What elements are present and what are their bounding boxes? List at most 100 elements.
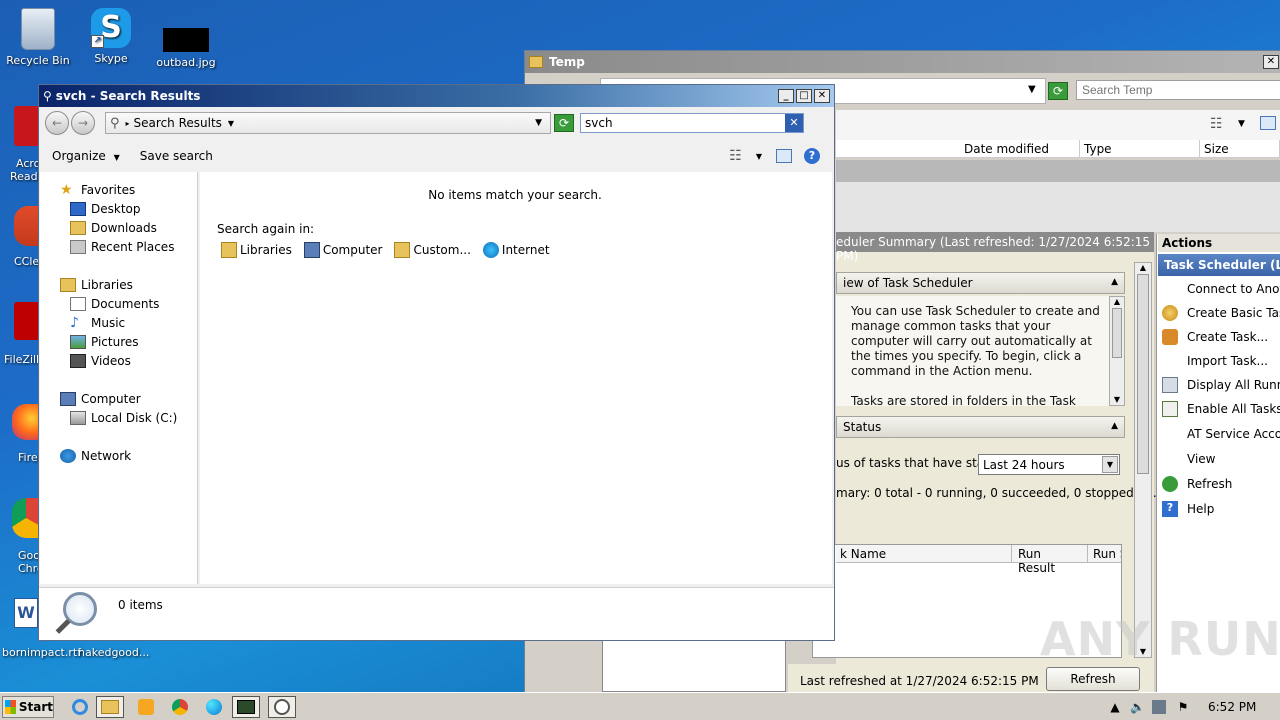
nav-recent-places[interactable]: Recent Places bbox=[70, 240, 174, 254]
action-item[interactable]: Create Basic Task... bbox=[1162, 302, 1280, 324]
breadcrumb[interactable]: Search Results bbox=[134, 116, 222, 130]
ccleaner-icon[interactable] bbox=[14, 206, 40, 246]
task-scheduler-taskbar-button[interactable] bbox=[268, 696, 296, 718]
collapse-icon[interactable]: ▲ bbox=[1111, 421, 1118, 431]
filezilla-icon[interactable] bbox=[14, 302, 40, 340]
nav-local-disk[interactable]: Local Disk (C:) bbox=[70, 411, 177, 425]
show-hidden-icons-icon[interactable]: ▲ bbox=[1108, 700, 1122, 714]
chevron-down-icon[interactable]: ▼ bbox=[228, 119, 234, 128]
chrome-icon[interactable] bbox=[12, 498, 40, 538]
documents-icon bbox=[70, 297, 86, 311]
column-header-date[interactable]: Date modified bbox=[960, 140, 1080, 158]
chevron-down-icon[interactable]: ▼ bbox=[1028, 84, 1036, 95]
explorer-taskbar-button[interactable] bbox=[96, 696, 124, 718]
chevron-down-icon[interactable]: ▼ bbox=[1238, 119, 1245, 129]
overview-scrollbar[interactable]: ▲ ▼ bbox=[1109, 296, 1125, 406]
view-options-icon[interactable]: ☷ bbox=[729, 148, 742, 164]
chrome-taskbar-icon[interactable] bbox=[166, 696, 194, 718]
table-header-run-result[interactable]: Run Result bbox=[1012, 545, 1088, 575]
action-item[interactable]: View bbox=[1162, 448, 1215, 470]
nav-computer[interactable]: Computer bbox=[60, 392, 141, 406]
close-button[interactable]: ✕ bbox=[814, 89, 830, 103]
action-center-flag-icon[interactable]: ⚑ bbox=[1176, 700, 1190, 714]
nav-videos[interactable]: Videos bbox=[70, 354, 131, 368]
edge-icon[interactable] bbox=[200, 696, 228, 718]
nav-libraries[interactable]: Libraries bbox=[60, 278, 133, 292]
star-icon: ★ bbox=[60, 182, 73, 198]
scroll-thumb[interactable] bbox=[1137, 274, 1149, 474]
overview-section-header[interactable]: iew of Task Scheduler ▲ bbox=[836, 272, 1125, 294]
help-icon[interactable]: ? bbox=[804, 148, 820, 164]
status-filter-select[interactable]: Last 24 hours ▼ bbox=[978, 454, 1120, 475]
action-item[interactable]: Display All Running bbox=[1162, 374, 1280, 396]
chevron-down-icon[interactable]: ▼ bbox=[1102, 456, 1118, 473]
temp-search-input[interactable] bbox=[1076, 80, 1280, 100]
start-button[interactable]: Start bbox=[2, 696, 54, 718]
speaker-icon[interactable]: 🔈 bbox=[1130, 700, 1145, 714]
search-box[interactable]: svch ✕ bbox=[580, 113, 804, 133]
clear-search-icon[interactable]: ✕ bbox=[785, 114, 803, 132]
nav-documents[interactable]: Documents bbox=[70, 297, 159, 311]
chevron-right-icon[interactable]: ▸ bbox=[126, 119, 130, 128]
table-header-task-name[interactable]: k Name bbox=[836, 545, 1012, 563]
desktop-icon-outbad[interactable]: outbad.jpg bbox=[148, 8, 224, 69]
chevron-down-icon[interactable]: ▼ bbox=[535, 118, 542, 128]
refresh-button[interactable]: Refresh bbox=[1046, 667, 1140, 691]
view-options-icon[interactable]: ☷ bbox=[1210, 116, 1223, 132]
search-again-internet[interactable]: Internet bbox=[482, 242, 550, 258]
search-again-libraries[interactable]: Libraries bbox=[221, 242, 292, 258]
back-button[interactable]: ← bbox=[45, 111, 69, 135]
forward-button[interactable]: → bbox=[71, 111, 95, 135]
preview-pane-icon[interactable] bbox=[1260, 116, 1276, 130]
action-item[interactable]: AT Service Account bbox=[1162, 423, 1280, 445]
acrobat-icon[interactable] bbox=[14, 106, 40, 146]
scroll-down-icon[interactable]: ▼ bbox=[1110, 395, 1124, 404]
network-tray-icon[interactable] bbox=[1152, 700, 1166, 714]
desktop-icon-recycle-bin[interactable]: Recycle Bin bbox=[0, 8, 76, 67]
desktop-icon-skype[interactable]: S ↗ Skype bbox=[73, 8, 149, 65]
search-input[interactable]: svch bbox=[581, 116, 785, 130]
search-again-custom[interactable]: Custom... bbox=[394, 242, 471, 258]
action-item[interactable]: Enable All Tasks His bbox=[1162, 398, 1280, 420]
close-button[interactable]: ✕ bbox=[1263, 55, 1279, 69]
summary-scrollbar[interactable]: ▲ ▼ bbox=[1134, 262, 1152, 658]
firefox-icon[interactable] bbox=[12, 404, 40, 440]
minimize-button[interactable]: _ bbox=[778, 89, 794, 103]
action-item[interactable]: Refresh bbox=[1162, 473, 1232, 495]
action-item[interactable]: Import Task... bbox=[1162, 350, 1268, 372]
nav-network[interactable]: Network bbox=[60, 449, 131, 463]
organize-button[interactable]: Organize ▼ bbox=[52, 149, 120, 163]
table-header-run-start[interactable]: Run S bbox=[1088, 545, 1121, 563]
preview-pane-icon[interactable] bbox=[776, 149, 792, 163]
column-header-type[interactable]: Type bbox=[1080, 140, 1200, 158]
column-header-name[interactable] bbox=[836, 140, 960, 158]
nav-music[interactable]: ♪ Music bbox=[70, 316, 125, 330]
column-header-size[interactable]: Size bbox=[1200, 140, 1280, 158]
search-again-computer[interactable]: Computer bbox=[303, 242, 382, 258]
status-section-header[interactable]: Status ▲ bbox=[836, 416, 1125, 438]
nav-downloads[interactable]: Downloads bbox=[70, 221, 157, 235]
refresh-icon[interactable]: ⟳ bbox=[1048, 82, 1068, 100]
action-item[interactable]: Connect to Another bbox=[1162, 278, 1280, 300]
address-bar[interactable]: ⚲ ▸ Search Results ▼ ▼ bbox=[105, 112, 551, 134]
action-item[interactable]: ? Help bbox=[1162, 498, 1214, 520]
task-manager-icon[interactable] bbox=[232, 696, 260, 718]
maximize-button[interactable]: □ bbox=[796, 89, 812, 103]
scroll-up-icon[interactable]: ▲ bbox=[1135, 263, 1151, 272]
action-item[interactable]: Create Task... bbox=[1162, 326, 1268, 348]
refresh-icon[interactable]: ⟳ bbox=[554, 114, 574, 132]
chevron-down-icon[interactable]: ▼ bbox=[756, 152, 762, 161]
nav-favorites[interactable]: ★ Favorites bbox=[60, 183, 135, 197]
ie-icon[interactable] bbox=[66, 696, 94, 718]
nav-desktop[interactable]: Desktop bbox=[70, 202, 141, 216]
search-locations: Libraries Computer Custom... Internet bbox=[221, 242, 562, 258]
scroll-up-icon[interactable]: ▲ bbox=[1110, 297, 1124, 306]
save-search-button[interactable]: Save search bbox=[140, 149, 213, 163]
scroll-thumb[interactable] bbox=[1112, 308, 1122, 358]
actions-subheader[interactable]: Task Scheduler (Loca bbox=[1158, 254, 1280, 276]
word-document-icon[interactable]: W bbox=[14, 598, 38, 628]
clock[interactable]: 6:52 PM bbox=[1208, 700, 1256, 714]
media-player-icon[interactable] bbox=[132, 696, 160, 718]
nav-pictures[interactable]: Pictures bbox=[70, 335, 139, 349]
collapse-icon[interactable]: ▲ bbox=[1111, 277, 1118, 287]
